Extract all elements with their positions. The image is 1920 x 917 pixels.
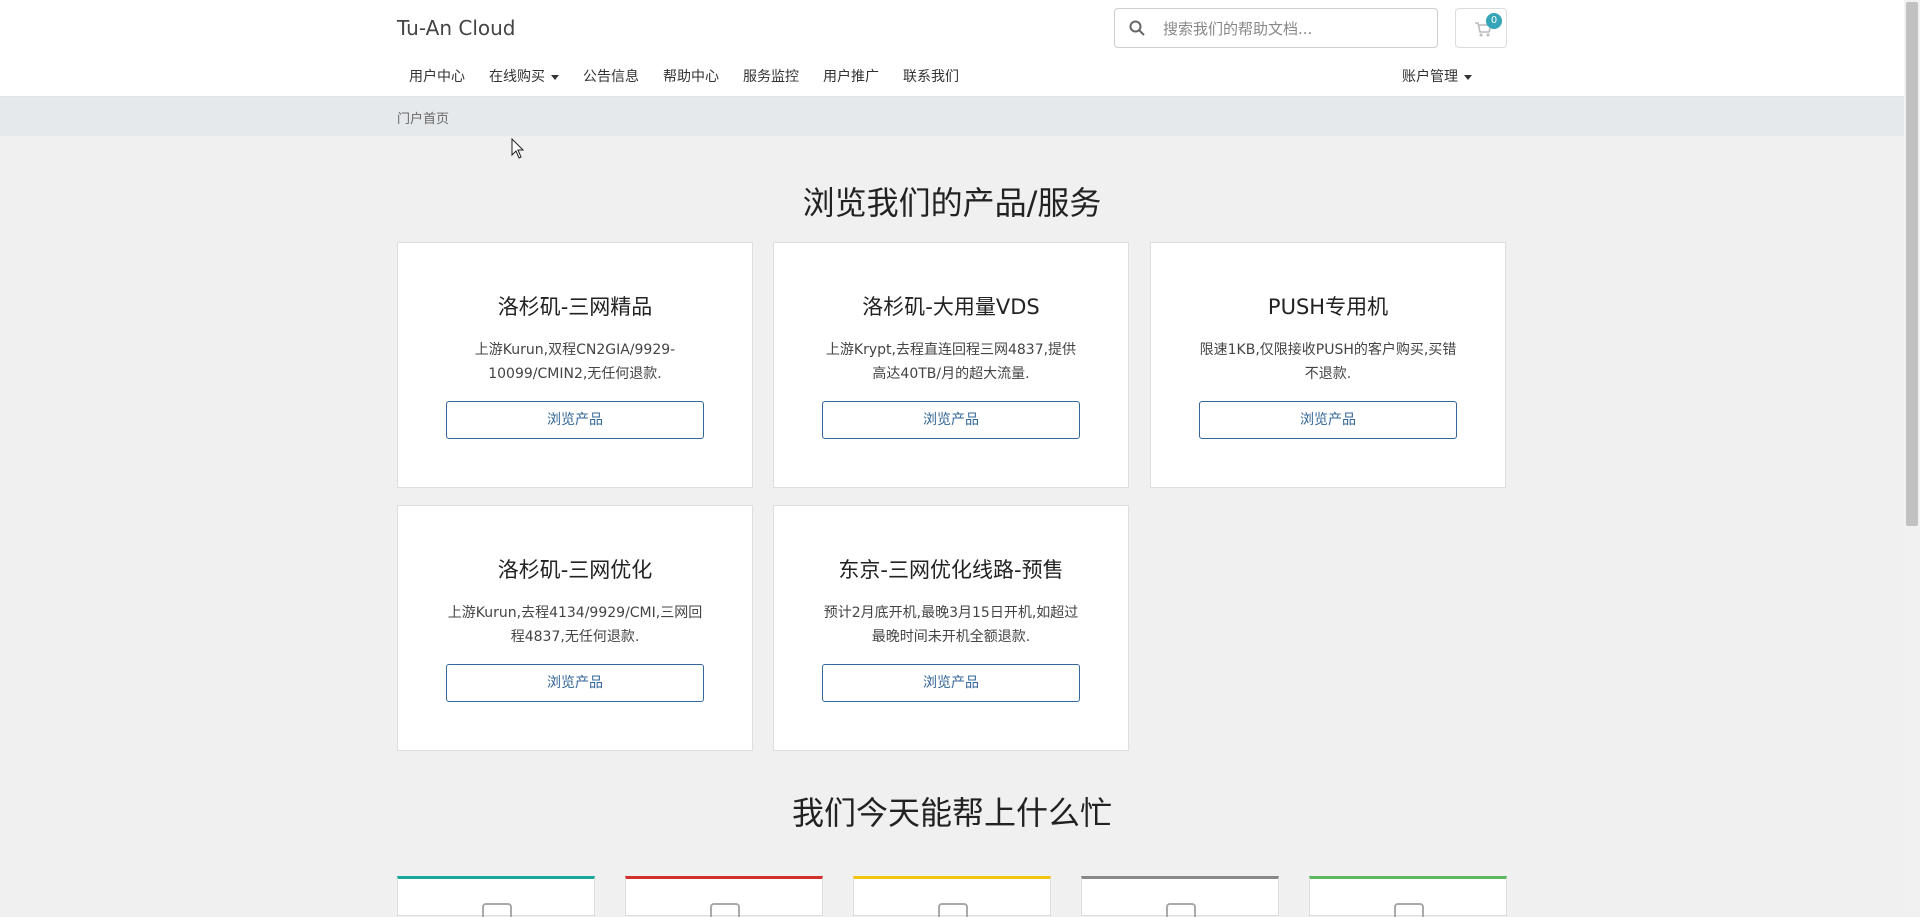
product-card-title: 洛杉矶-三网优化 — [497, 558, 653, 582]
nav-item-contact[interactable]: 联系我们 — [891, 62, 971, 92]
account-menu-label: 账户管理 — [1402, 69, 1458, 85]
products-section-title: 浏览我们的产品/服务 — [802, 184, 1102, 222]
help-card-icon — [1394, 903, 1424, 917]
browse-products-button[interactable]: 浏览产品 — [822, 664, 1080, 702]
brand-logo[interactable]: Tu-An Cloud — [397, 16, 515, 40]
main-nav: 用户中心 在线购买 公告信息 帮助中心 服务监控 用户推广 联系我们 — [397, 62, 971, 92]
nav-item-online-purchase[interactable]: 在线购买 — [477, 62, 571, 92]
site-header: Tu-An Cloud 0 用户中心 在线购买 公告信息 帮助中心 服务监控 用… — [0, 0, 1904, 97]
help-card-icon — [938, 903, 968, 917]
nav-item-label: 公告信息 — [583, 69, 639, 85]
breadcrumb[interactable]: 门户首页 — [397, 108, 449, 127]
help-section-title: 我们今天能帮上什么忙 — [791, 794, 1112, 832]
nav-item-label: 在线购买 — [489, 69, 545, 85]
nav-item-label: 联系我们 — [903, 69, 959, 85]
breadcrumb-bar: 门户首页 — [0, 97, 1904, 136]
help-card[interactable] — [1309, 876, 1507, 917]
browse-products-button[interactable]: 浏览产品 — [822, 401, 1080, 439]
product-card: 洛杉矶-三网优化 上游Kurun,去程4134/9929/CMI,三网回程483… — [397, 505, 753, 751]
cart-count-badge: 0 — [1486, 13, 1502, 29]
scrollbar-thumb[interactable] — [1906, 2, 1918, 526]
product-card: 洛杉矶-大用量VDS 上游Krypt,去程直连回程三网4837,提供高达40TB… — [773, 242, 1129, 488]
product-card-desc: 预计2月底开机,最晚3月15日开机,如超过最晚时间未开机全额退款. — [823, 605, 1079, 645]
nav-item-label: 用户中心 — [409, 69, 465, 85]
nav-item-user-center[interactable]: 用户中心 — [397, 62, 477, 92]
account-menu[interactable]: 账户管理 — [1402, 66, 1472, 86]
product-card: 洛杉矶-三网精品 上游Kurun,双程CN2GIA/9929-10099/CMI… — [397, 242, 753, 488]
product-card-desc: 限速1KB,仅限接收PUSH的客户购买,买错不退款. — [1199, 342, 1457, 382]
search-input[interactable] — [1161, 13, 1433, 45]
product-card-desc: 上游Krypt,去程直连回程三网4837,提供高达40TB/月的超大流量. — [825, 342, 1077, 382]
search-icon — [1129, 20, 1145, 36]
browse-products-button[interactable]: 浏览产品 — [446, 401, 704, 439]
nav-item-label: 帮助中心 — [663, 69, 719, 85]
cart-button[interactable]: 0 — [1455, 8, 1507, 48]
product-card: 东京-三网优化线路-预售 预计2月底开机,最晚3月15日开机,如超过最晚时间未开… — [773, 505, 1129, 751]
product-card-title: 洛杉矶-三网精品 — [497, 295, 653, 319]
nav-item-label: 服务监控 — [743, 69, 799, 85]
search-box[interactable] — [1114, 8, 1438, 48]
product-card-title: 东京-三网优化线路-预售 — [838, 558, 1064, 582]
product-card-desc: 上游Kurun,去程4134/9929/CMI,三网回程4837,无任何退款. — [447, 605, 703, 645]
nav-item-service-monitor[interactable]: 服务监控 — [731, 62, 811, 92]
mouse-cursor-icon — [511, 138, 525, 159]
nav-item-help-center[interactable]: 帮助中心 — [651, 62, 731, 92]
help-card[interactable] — [397, 876, 595, 917]
page-scrollbar[interactable] — [1904, 0, 1920, 911]
product-card: PUSH专用机 限速1KB,仅限接收PUSH的客户购买,买错不退款. 浏览产品 — [1150, 242, 1506, 488]
nav-item-label: 用户推广 — [823, 69, 879, 85]
help-card-icon — [710, 903, 740, 917]
product-card-title: 洛杉矶-大用量VDS — [862, 295, 1040, 319]
help-card-icon — [1166, 903, 1196, 917]
help-card[interactable] — [1081, 876, 1279, 917]
chevron-down-icon — [551, 74, 559, 80]
product-card-title: PUSH专用机 — [1267, 295, 1389, 319]
nav-item-referral[interactable]: 用户推广 — [811, 62, 891, 92]
help-card-icon — [482, 903, 512, 917]
product-card-desc: 上游Kurun,双程CN2GIA/9929-10099/CMIN2,无任何退款. — [474, 342, 676, 382]
help-card[interactable] — [853, 876, 1051, 917]
help-card[interactable] — [625, 876, 823, 917]
browse-products-button[interactable]: 浏览产品 — [446, 664, 704, 702]
nav-item-announcements[interactable]: 公告信息 — [571, 62, 651, 92]
browse-products-button[interactable]: 浏览产品 — [1199, 401, 1457, 439]
chevron-down-icon — [1464, 74, 1472, 80]
